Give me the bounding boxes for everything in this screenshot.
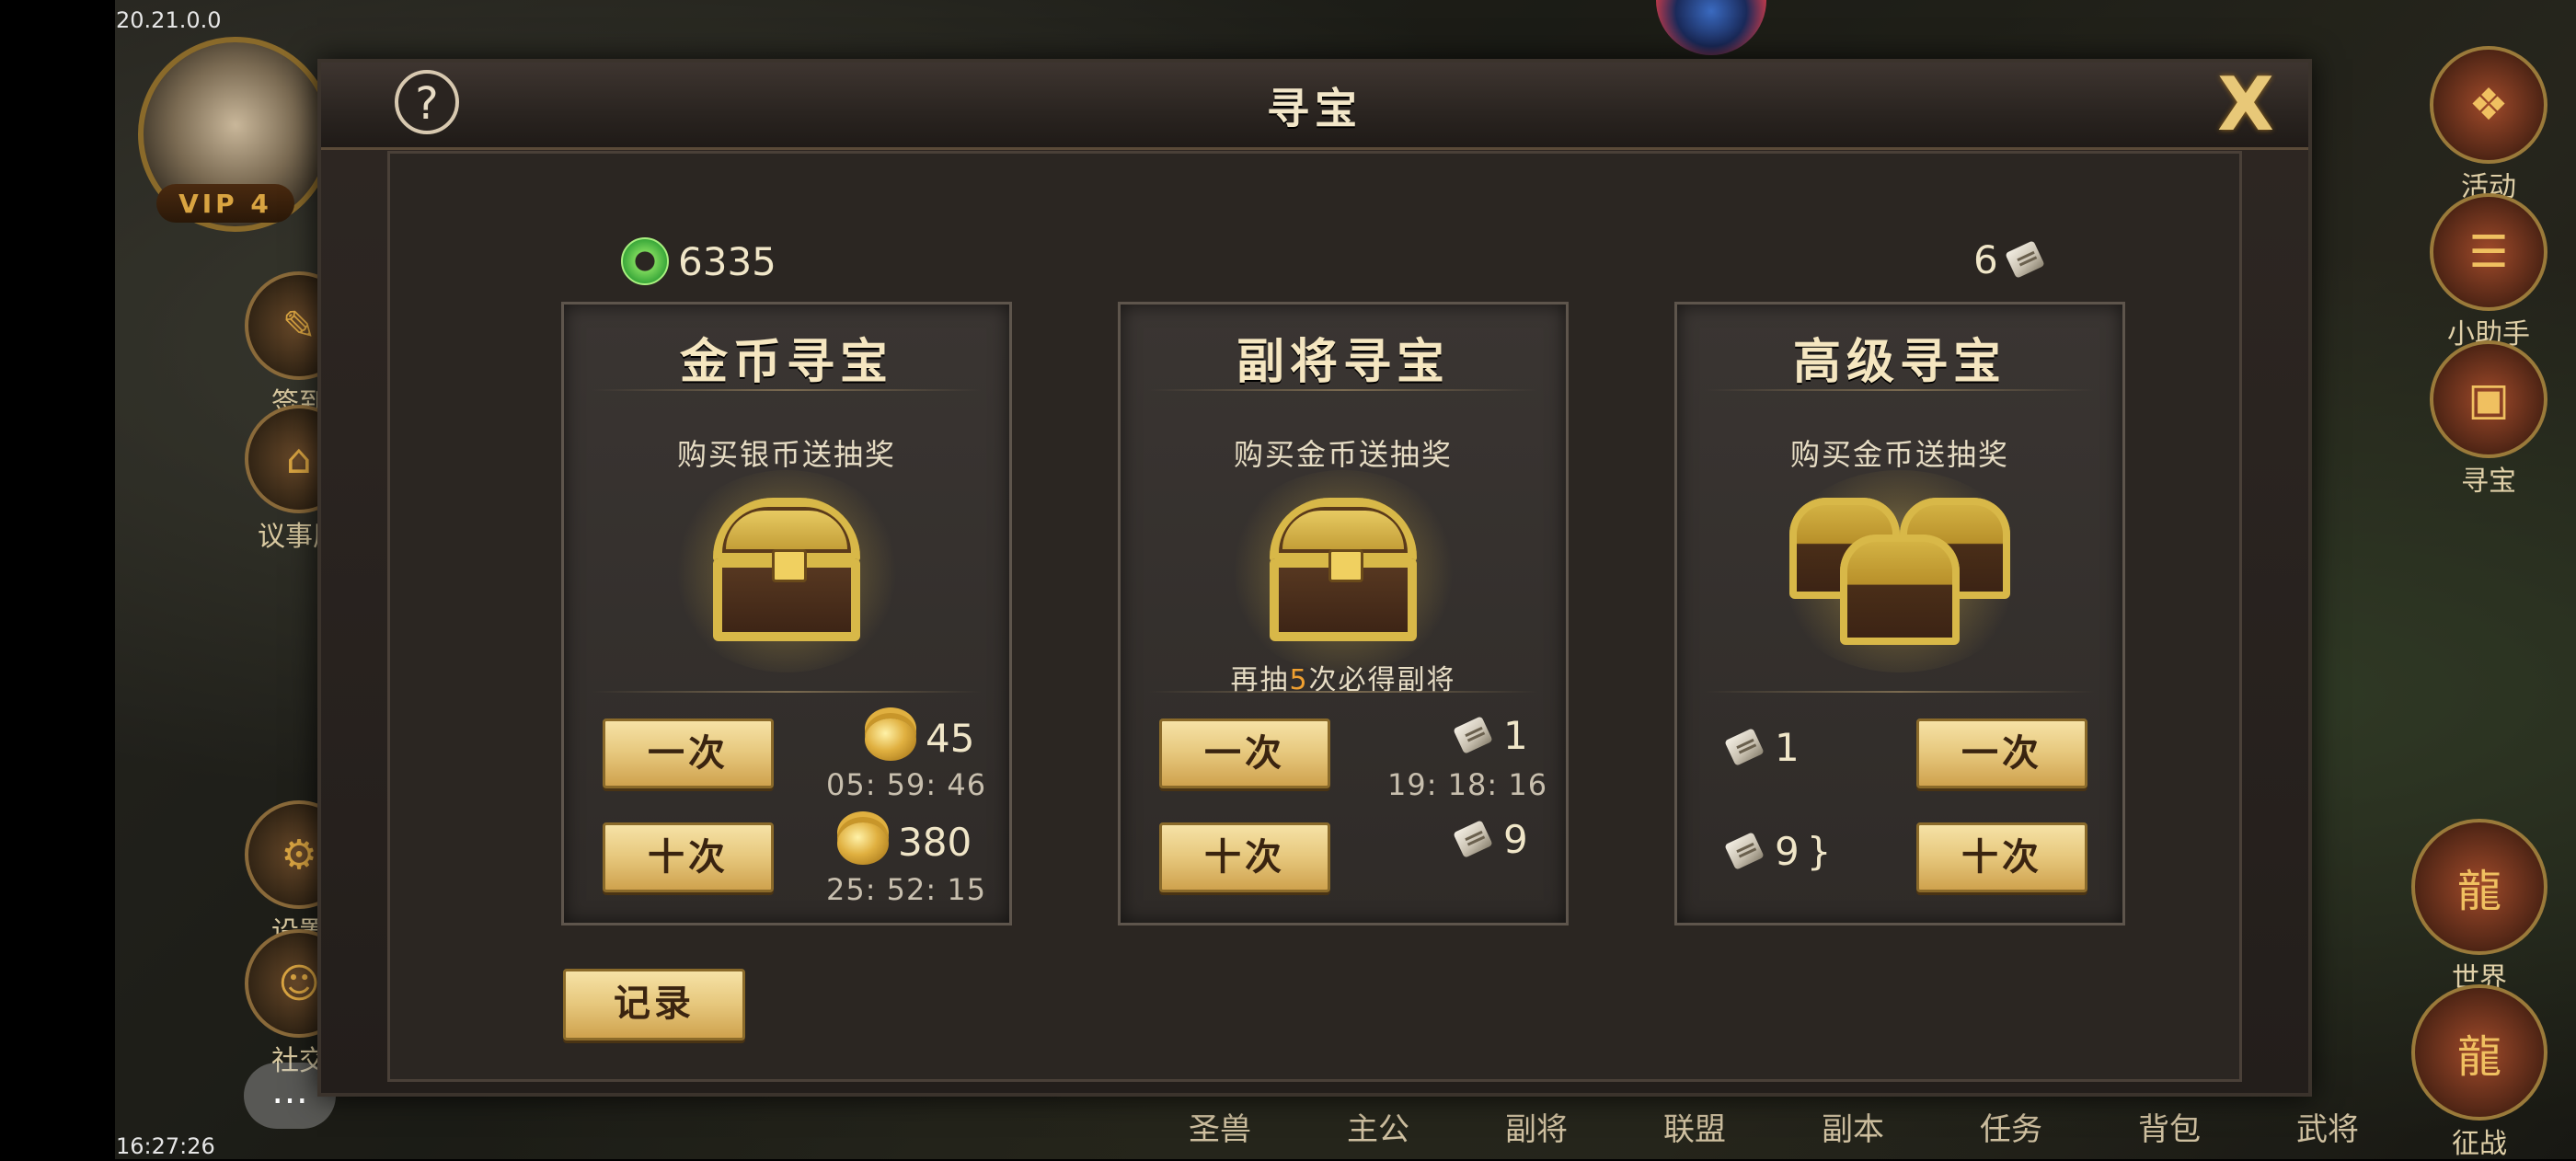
close-icon[interactable]: X	[2211, 68, 2281, 142]
chest-icon: ▣	[2430, 340, 2547, 458]
treasure-chest-icon	[1224, 470, 1463, 672]
ten-cost: 9 }	[1723, 829, 1831, 874]
jade-amount: 6335	[678, 238, 776, 284]
battle-button[interactable]: 龍 征战	[2410, 984, 2548, 1161]
ten-cost-value: 9	[1503, 817, 1528, 862]
gold-coin-icon	[863, 713, 918, 763]
ten-cost-value: 380	[898, 819, 972, 865]
draw-ten-button[interactable]: 十次	[1916, 822, 2087, 892]
card-subtitle: 购买金币送抽奖	[1789, 437, 2009, 472]
nav-quest[interactable]: 任务	[1932, 1104, 2090, 1149]
once-cost: 45	[863, 713, 974, 763]
draw-ten-button[interactable]: 十次	[1159, 822, 1330, 892]
card-title: 副将寻宝	[1236, 334, 1450, 390]
version-label: 20.21.0.0	[116, 7, 222, 33]
nav-holy-beast[interactable]: 圣兽	[1141, 1104, 1299, 1149]
gift-icon: ❖	[2430, 46, 2547, 164]
scroll-bundle-icon: ☰	[2430, 193, 2547, 311]
treasure-hunt-label: 寻宝	[2461, 466, 2516, 498]
draw-once-button[interactable]: 一次	[603, 718, 774, 788]
record-button[interactable]: 记录	[563, 969, 745, 1040]
nav-deputy[interactable]: 副将	[1457, 1104, 1616, 1149]
nav-lord[interactable]: 主公	[1299, 1104, 1457, 1149]
card-title: 高级寻宝	[1792, 334, 2007, 390]
treasure-chest-stack-icon	[1771, 470, 2029, 672]
gold-coin-icon	[835, 817, 891, 867]
nav-alliance[interactable]: 联盟	[1616, 1104, 1774, 1149]
once-cost-value: 1	[1775, 725, 1800, 770]
dragon-icon: 龍	[2411, 819, 2547, 955]
once-cost-value: 1	[1503, 713, 1528, 758]
card-subtitle: 购买金币送抽奖	[1233, 437, 1453, 472]
clock-label: 16:27:26	[116, 1133, 215, 1159]
card-deputy-hunt: 副将寻宝 购买金币送抽奖 再抽5次必得副将 一次 十次 1 19: 18: 16…	[1118, 302, 1569, 925]
draw-once-button[interactable]: 一次	[1159, 718, 1330, 788]
dialog-title: 寻宝	[1267, 84, 1363, 133]
nav-bag[interactable]: 背包	[2090, 1104, 2248, 1149]
scroll-amount: 6	[1973, 237, 1998, 282]
once-cost: 1	[1452, 713, 1528, 758]
once-cost: 1	[1723, 725, 1800, 770]
world-button[interactable]: 龍 世界	[2410, 819, 2548, 995]
bottom-nav: 圣兽 主公 副将 联盟 副本 任务 背包 武将	[1141, 1104, 2407, 1149]
assistant-button[interactable]: ☰ 小助手	[2429, 193, 2548, 351]
battle-dragon-icon: 龍	[2411, 984, 2547, 1121]
ten-timer: 25: 52: 15	[826, 872, 987, 907]
nav-general[interactable]: 武将	[2248, 1104, 2407, 1149]
scroll-icon	[1723, 728, 1767, 768]
ten-cost: 380	[835, 817, 972, 867]
scroll-icon	[1723, 832, 1767, 872]
card-title: 金币寻宝	[679, 334, 893, 390]
ten-cost: 9	[1452, 817, 1528, 862]
scroll-icon	[1452, 716, 1496, 756]
jade-balance: 6335	[621, 237, 776, 285]
ten-cost-value: 9	[1775, 829, 1800, 874]
card-subtitle: 购买银币送抽奖	[676, 437, 896, 472]
nav-dungeon[interactable]: 副本	[1774, 1104, 1932, 1149]
draw-once-button[interactable]: 一次	[1916, 718, 2087, 788]
treasure-hunt-button[interactable]: ▣ 寻宝	[2429, 340, 2548, 499]
scroll-icon	[1452, 820, 1496, 860]
treasure-chest-icon	[667, 470, 906, 672]
once-timer: 19: 18: 16	[1387, 767, 1548, 802]
dialog-header: ? 寻宝 X	[321, 63, 2308, 150]
battle-label: 征战	[2452, 1128, 2507, 1160]
vip-badge: VIP 4	[156, 184, 294, 223]
card-advanced-hunt: 高级寻宝 购买金币送抽奖 1 9 } 一次 十次	[1674, 302, 2125, 925]
draw-ten-button[interactable]: 十次	[603, 822, 774, 892]
activity-button[interactable]: ❖ 活动	[2429, 46, 2548, 204]
scroll-icon	[2004, 240, 2048, 281]
scroll-balance: 6	[1973, 237, 2048, 282]
once-cost-value: 45	[926, 715, 975, 761]
card-gold-hunt: 金币寻宝 购买银币送抽奖 一次 十次 45 05: 59: 46 380 25:…	[561, 302, 1012, 925]
once-timer: 05: 59: 46	[826, 767, 987, 802]
jade-icon	[621, 237, 669, 285]
